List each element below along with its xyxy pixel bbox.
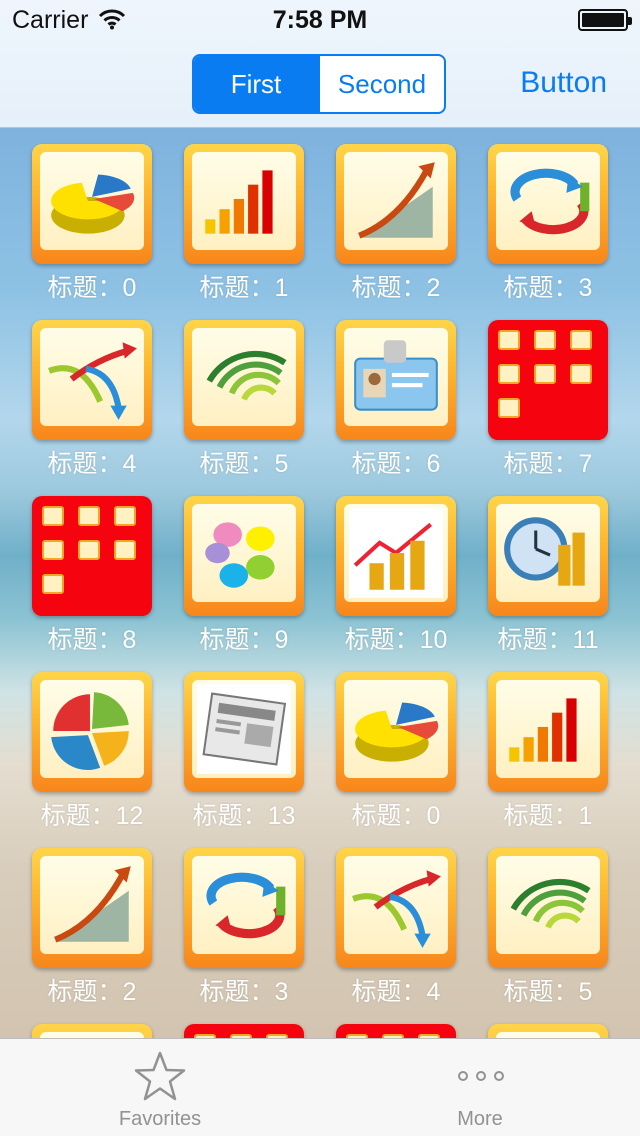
folder-icon (488, 320, 608, 440)
grid-item-label: 标题：0 (47, 274, 137, 302)
pie-chart-icon (336, 672, 456, 792)
grid-item-label: 标题：8 (47, 626, 137, 654)
navigation-bar: Carrier 7:58 PM First Second Button (0, 0, 640, 128)
folder-icon (32, 496, 152, 616)
grid-item[interactable]: 标题：12 (0, 656, 152, 830)
grid-item-label: 标题：6 (351, 450, 441, 478)
coins-chart-icon (336, 496, 456, 616)
grid-item[interactable]: 标题：0 (304, 656, 456, 830)
grid-item[interactable]: 标题：5 (152, 304, 304, 478)
mini-app-icon (78, 540, 100, 560)
mini-app-icon (498, 398, 520, 418)
grid-item[interactable]: 标题：1 (152, 128, 304, 302)
bar-chart-icon (184, 144, 304, 264)
more-dots-icon (458, 1071, 504, 1081)
status-time: 7:58 PM (272, 6, 368, 34)
segment-second[interactable]: Second (318, 56, 444, 112)
grid-item[interactable]: 标题：2 (0, 832, 152, 1006)
grid-item[interactable]: 标题：2 (304, 128, 456, 302)
grid-item-label: 标题：4 (351, 978, 441, 1006)
grid-item-label: 标题：5 (199, 450, 289, 478)
mini-app-icon (534, 364, 556, 384)
signal-arcs-icon (488, 848, 608, 968)
grid-item[interactable]: 标题：4 (304, 832, 456, 1006)
grid-item-label: 标题：11 (497, 626, 599, 654)
mini-app-icon (498, 330, 520, 350)
tab-more[interactable]: More (320, 1039, 640, 1136)
grid-item-label: 标题：12 (40, 802, 144, 830)
grid-item[interactable] (304, 1008, 456, 1038)
split-arrows-icon (336, 848, 456, 968)
cycle-arrows-icon (488, 144, 608, 264)
app-icon (32, 1024, 152, 1038)
grid-item-label: 标题：10 (344, 626, 448, 654)
grid-item-label: 标题：1 (199, 274, 289, 302)
grid-item[interactable]: 标题：10 (304, 480, 456, 654)
grid-item[interactable] (0, 1008, 152, 1038)
grid-item[interactable]: 标题：4 (0, 304, 152, 478)
grid-item-label: 标题：2 (47, 978, 137, 1006)
grid-item[interactable]: 标题：3 (152, 832, 304, 1006)
mini-app-icon (42, 574, 64, 594)
grid-item-label: 标题：0 (351, 802, 441, 830)
grid-item[interactable]: 标题：6 (304, 304, 456, 478)
grid-item[interactable]: 标题：9 (152, 480, 304, 654)
pie-chart-icon (32, 144, 152, 264)
folder-icon (336, 1024, 456, 1038)
grid-item-label: 标题：5 (503, 978, 593, 1006)
grid-item[interactable]: 标题：5 (456, 832, 608, 1006)
signal-arcs-icon (184, 320, 304, 440)
star-icon (134, 1051, 186, 1101)
mini-app-icon (498, 364, 520, 384)
bar-chart-icon (488, 672, 608, 792)
segment-first[interactable]: First (194, 56, 318, 112)
grid-item-label: 标题：1 (503, 802, 593, 830)
newspaper-icon (184, 672, 304, 792)
grid-item[interactable] (456, 1008, 608, 1038)
app-icon (488, 1024, 608, 1038)
grid-item[interactable]: 标题：8 (0, 480, 152, 654)
growth-chart-icon (336, 144, 456, 264)
cycle-arrows-icon (184, 848, 304, 968)
mini-app-icon (570, 330, 592, 350)
nav-right-button[interactable]: Button (520, 66, 607, 100)
grid-item-label: 标题：4 (47, 450, 137, 478)
mini-app-icon (78, 506, 100, 526)
grid-item[interactable]: 标题：13 (152, 656, 304, 830)
petals-icon (184, 496, 304, 616)
pie-chart-color-icon (32, 672, 152, 792)
grid-item-label: 标题：13 (192, 802, 296, 830)
grid-item[interactable]: 标题：1 (456, 656, 608, 830)
tab-favorites[interactable]: Favorites (0, 1039, 320, 1136)
grid-item[interactable]: 标题：7 (456, 304, 608, 478)
split-arrows-icon (32, 320, 152, 440)
grid-item-label: 标题：3 (503, 274, 593, 302)
id-badge-icon (336, 320, 456, 440)
clock-coins-icon (488, 496, 608, 616)
grid-item-label: 标题：9 (199, 626, 289, 654)
tab-more-label: More (457, 1108, 503, 1130)
grid-item[interactable]: 标题：0 (0, 128, 152, 302)
mini-app-icon (42, 506, 64, 526)
icon-grid: 标题：0 标题：1 标题：2 标题：3 标题：4 标题：5 标题：6 标题：7 标题：8 标题：9… (0, 128, 640, 1038)
growth-chart-icon (32, 848, 152, 968)
folder-icon (184, 1024, 304, 1038)
tab-bar: Favorites More (0, 1038, 640, 1136)
grid-item[interactable]: 标题：3 (456, 128, 608, 302)
status-bar: Carrier 7:58 PM (0, 0, 640, 40)
grid-item[interactable]: 标题：11 (456, 480, 608, 654)
mini-app-icon (42, 540, 64, 560)
mini-app-icon (570, 364, 592, 384)
tab-favorites-label: Favorites (118, 1108, 202, 1130)
grid-item-label: 标题：2 (351, 274, 441, 302)
grid-item[interactable] (152, 1008, 304, 1038)
grid-item-label: 标题：3 (199, 978, 289, 1006)
segmented-control: First Second (192, 54, 446, 114)
battery-icon (578, 9, 632, 31)
mini-app-icon (534, 330, 556, 350)
grid-item-label: 标题：7 (503, 450, 593, 478)
mini-app-icon (114, 506, 136, 526)
mini-app-icon (114, 540, 136, 560)
